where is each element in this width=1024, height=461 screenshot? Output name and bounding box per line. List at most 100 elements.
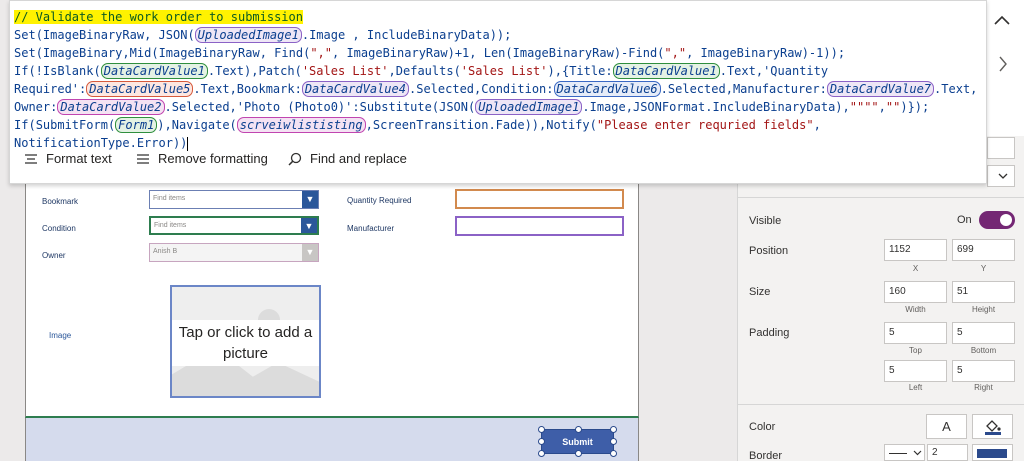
- find-replace-label: Find and replace: [310, 151, 407, 166]
- condition-placeholder: Find items: [154, 222, 187, 229]
- border-width-input[interactable]: 2: [927, 444, 968, 461]
- resize-handle[interactable]: [610, 426, 617, 433]
- format-text-button[interactable]: Format text: [24, 151, 112, 166]
- visible-toggle[interactable]: [979, 211, 1015, 229]
- find-replace-button[interactable]: Find and replace: [288, 151, 407, 166]
- code-variable: DataCardValue1: [612, 63, 720, 79]
- manufacturer-label: Manufacturer: [347, 224, 395, 233]
- fill-color-button[interactable]: [972, 414, 1013, 439]
- visible-state: On: [957, 214, 972, 226]
- chevron-right-icon[interactable]: [998, 56, 1008, 72]
- remove-formatting-button[interactable]: Remove formatting: [136, 151, 268, 166]
- height-caption: Height: [971, 305, 996, 314]
- resize-handle[interactable]: [575, 450, 582, 457]
- code-token: Notify: [546, 118, 590, 132]
- divider: [737, 197, 1024, 198]
- code-string: """": [849, 100, 879, 114]
- bottom-caption: Bottom: [970, 346, 997, 355]
- code-token: Condition: [481, 82, 547, 96]
- condition-dropdown[interactable]: Find items ▼: [149, 216, 319, 235]
- border-color-button[interactable]: [972, 444, 1013, 461]
- property-input[interactable]: [987, 137, 1015, 159]
- position-y-input[interactable]: 699: [952, 239, 1015, 261]
- code-token: Set: [14, 28, 36, 42]
- code-comment: // Validate the work order to submission: [14, 10, 303, 24]
- formula-code[interactable]: // Validate the work order to submission…: [14, 8, 977, 152]
- size-label: Size: [749, 286, 771, 298]
- resize-handle[interactable]: [610, 450, 617, 457]
- code-token: Patch: [258, 64, 295, 78]
- code-token: Substitute: [359, 100, 432, 114]
- resize-handle[interactable]: [575, 426, 582, 433]
- code-token: Bookmark: [236, 82, 295, 96]
- code-token: JSON: [158, 28, 188, 42]
- code-token: ImageBinaryRaw: [700, 46, 802, 60]
- toggle-knob: [1000, 214, 1012, 226]
- code-line: Set(ImageBinary,Mid(ImageBinaryRaw, Find…: [14, 46, 846, 60]
- y-caption: Y: [980, 264, 987, 273]
- code-token: Owner: [14, 100, 51, 114]
- property-select[interactable]: [987, 165, 1015, 187]
- code-token: IncludeBinaryData: [366, 28, 490, 42]
- code-variable: DataCardValue4: [301, 81, 409, 97]
- chevron-down-icon: [998, 173, 1008, 179]
- code-variable: DataCardValue7: [826, 81, 935, 97]
- padding-right-input[interactable]: 5: [952, 360, 1015, 382]
- chevron-down-icon[interactable]: ▼: [302, 191, 318, 208]
- quantity-label: Quantity Required: [347, 196, 412, 205]
- resize-handle[interactable]: [538, 438, 545, 445]
- line-style-icon: [889, 453, 907, 454]
- divider: [737, 404, 1024, 405]
- border-style-select[interactable]: [884, 444, 925, 461]
- padding-bottom-input[interactable]: 5: [952, 322, 1015, 344]
- chevron-down-icon: [913, 450, 922, 456]
- formula-editor[interactable]: // Validate the work order to submission…: [9, 0, 987, 184]
- height-input[interactable]: 51: [952, 281, 1015, 303]
- code-token: Text: [200, 82, 230, 96]
- width-input[interactable]: 160: [884, 281, 947, 303]
- resize-handle[interactable]: [610, 438, 617, 445]
- manufacturer-input[interactable]: [455, 216, 624, 236]
- remove-formatting-label: Remove formatting: [158, 151, 268, 166]
- right-caption: Right: [974, 383, 993, 392]
- padding-top-input[interactable]: 5: [884, 322, 947, 344]
- code-token: ImageBinaryRaw: [158, 46, 260, 60]
- code-token: ImageBinaryRaw: [512, 46, 614, 60]
- image-label: Image: [49, 331, 72, 340]
- format-text-label: Format text: [46, 151, 112, 166]
- code-token: ImageBinaryRaw: [42, 28, 145, 42]
- code-token: Selected: [171, 100, 230, 114]
- padding-left-input[interactable]: 5: [884, 360, 947, 382]
- code-variable: DataCardValue5: [86, 81, 194, 97]
- code-token: IsBlank: [42, 64, 94, 78]
- code-token: ScreenTransition: [372, 118, 489, 132]
- resize-handle[interactable]: [538, 450, 545, 457]
- code-token: ImageBinaryRaw: [346, 46, 448, 60]
- code-token: If: [14, 118, 29, 132]
- quantity-input[interactable]: [455, 189, 624, 209]
- position-x-input[interactable]: 1152: [884, 239, 947, 261]
- paint-bucket-icon: [984, 419, 1001, 435]
- chevron-down-icon[interactable]: ▼: [301, 218, 317, 233]
- code-token: Set: [14, 46, 36, 60]
- resize-handle[interactable]: [538, 426, 545, 433]
- font-color-button[interactable]: A: [926, 414, 967, 439]
- code-token: Title: [569, 64, 606, 78]
- code-string: 'Sales List': [301, 64, 389, 78]
- chevron-up-icon[interactable]: [994, 14, 1010, 26]
- code-token: SubmitForm: [35, 118, 108, 132]
- owner-label: Owner: [42, 251, 66, 260]
- code-token: JSON: [439, 100, 468, 114]
- code-line: If(SubmitForm(Form1),Navigate(scrveiwlis…: [14, 117, 821, 133]
- condition-label: Condition: [42, 224, 76, 233]
- top-caption: Top: [909, 346, 922, 355]
- code-token: Image: [589, 100, 626, 114]
- code-line: NotificationType.Error)): [14, 136, 189, 151]
- text-cursor: [187, 136, 189, 151]
- code-token: Error: [136, 136, 173, 150]
- bookmark-dropdown[interactable]: Find items ▼: [149, 190, 319, 209]
- add-picture-prompt: Tap or click to add a picture: [172, 320, 319, 366]
- code-token: Len: [483, 46, 506, 60]
- code-token: 'Quantity: [763, 64, 829, 78]
- add-picture-control[interactable]: Tap or click to add a picture: [170, 285, 321, 398]
